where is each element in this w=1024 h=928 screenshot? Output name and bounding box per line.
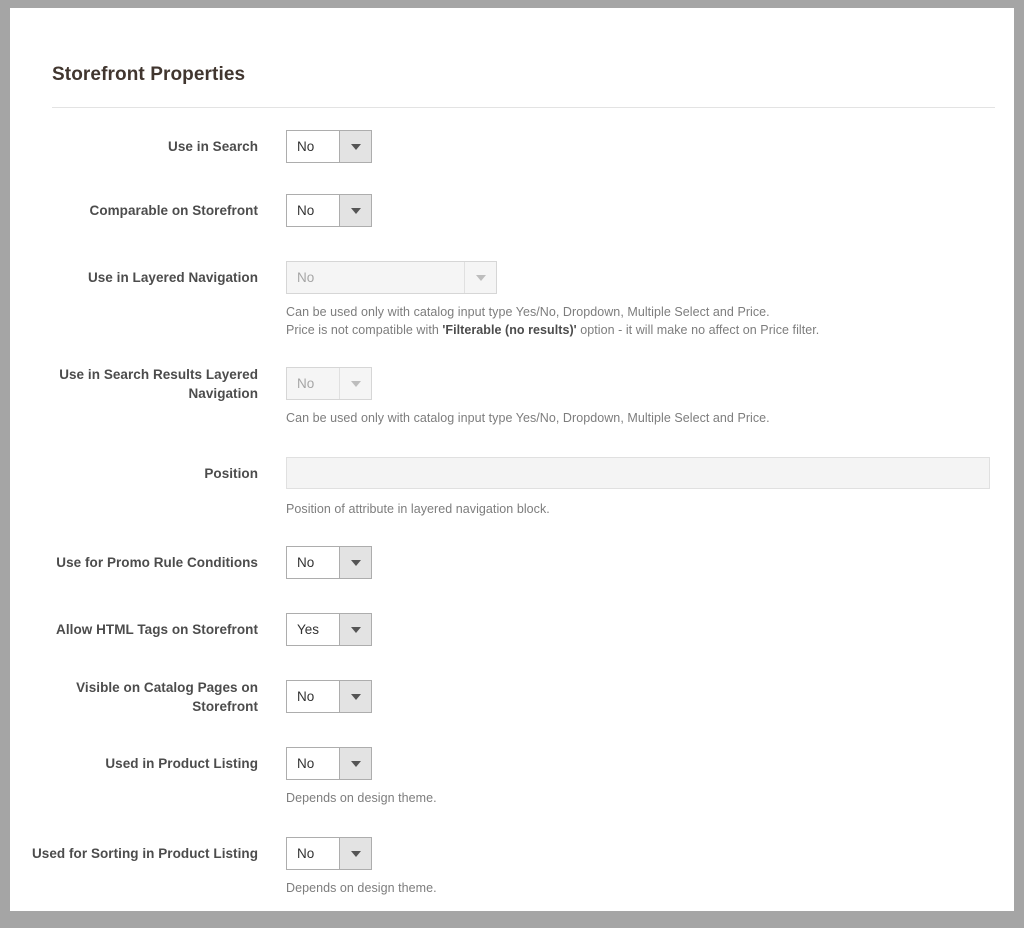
select-use-in-search[interactable]: No [286,130,372,163]
field-label-allow-html-tags-on-storefront: Allow HTML Tags on Storefront [10,620,258,639]
field-notes-position: Position of attribute in layered navigat… [286,500,990,518]
field-control-position: Position of attribute in layered navigat… [286,457,990,518]
select-allow-html-tags-on-storefront[interactable]: Yes [286,613,372,646]
select-value-use-in-search-results-layered-navigation: No [287,368,339,399]
field-note: Depends on design theme. [286,879,437,897]
select-value-used-in-product-listing: No [287,748,339,779]
select-value-use-in-search: No [287,131,339,162]
section-divider [52,107,995,108]
note-text: Depends on design theme. [286,881,437,895]
chevron-down-icon[interactable] [339,614,371,645]
select-used-for-sorting-in-product-listing[interactable]: No [286,837,372,870]
field-note: Position of attribute in layered navigat… [286,500,990,518]
field-control-use-in-search-results-layered-navigation: No Can be used only with catalog input ty… [286,367,770,427]
note-emphasis: 'Filterable (no results)' [442,323,576,337]
field-row-comparable-on-storefront: Comparable on StorefrontNo [10,194,1014,195]
field-control-comparable-on-storefront: No [286,194,372,227]
field-label-visible-on-catalog-pages-on-storefront: Visible on Catalog Pages on Storefront [10,678,258,716]
field-label-used-in-product-listing: Used in Product Listing [10,754,258,773]
select-used-in-product-listing[interactable]: No [286,747,372,780]
field-row-use-in-search: Use in SearchNo [10,130,1014,131]
select-use-for-promo-rule-conditions[interactable]: No [286,546,372,579]
select-value-comparable-on-storefront: No [287,195,339,226]
chevron-down-icon[interactable] [339,195,371,226]
field-row-use-for-promo-rule-conditions: Use for Promo Rule ConditionsNo [10,546,1014,547]
field-note: Price is not compatible with 'Filterable… [286,321,819,339]
field-notes-use-in-layered-navigation: Can be used only with catalog input type… [286,303,819,339]
select-visible-on-catalog-pages-on-storefront[interactable]: No [286,680,372,713]
field-label-comparable-on-storefront: Comparable on Storefront [10,201,258,220]
field-row-used-in-product-listing: Used in Product ListingNoDepends on desi… [10,747,1014,748]
input-position [286,457,990,489]
chevron-down-icon[interactable] [339,838,371,869]
note-text: Price is not compatible with [286,323,442,337]
chevron-down-icon [464,262,496,293]
select-value-use-in-layered-navigation: No [287,262,464,293]
select-use-in-search-results-layered-navigation: No [286,367,372,400]
select-use-in-layered-navigation: No [286,261,497,294]
select-value-visible-on-catalog-pages-on-storefront: No [287,681,339,712]
field-control-visible-on-catalog-pages-on-storefront: No [286,680,372,713]
field-label-use-for-promo-rule-conditions: Use for Promo Rule Conditions [10,553,258,572]
select-value-allow-html-tags-on-storefront: Yes [287,614,339,645]
chevron-down-icon [339,368,371,399]
chevron-down-icon[interactable] [339,131,371,162]
note-text: option - it will make no affect on Price… [577,323,820,337]
page-title: Storefront Properties [52,64,245,86]
field-label-use-in-search-results-layered-navigation: Use in Search Results Layered Navigation [10,365,258,403]
field-row-position: PositionPosition of attribute in layered… [10,457,1014,458]
note-text: Position of attribute in layered navigat… [286,502,550,516]
field-notes-use-in-search-results-layered-navigation: Can be used only with catalog input type… [286,409,770,427]
field-label-use-in-search: Use in Search [10,137,258,156]
chevron-down-icon[interactable] [339,681,371,712]
field-label-position: Position [10,464,258,483]
field-control-used-for-sorting-in-product-listing: No Depends on design theme. [286,837,437,897]
field-notes-used-in-product-listing: Depends on design theme. [286,789,437,807]
field-notes-used-for-sorting-in-product-listing: Depends on design theme. [286,879,437,897]
field-label-use-in-layered-navigation: Use in Layered Navigation [10,268,258,287]
select-value-use-for-promo-rule-conditions: No [287,547,339,578]
note-text: Can be used only with catalog input type… [286,411,770,425]
select-value-used-for-sorting-in-product-listing: No [287,838,339,869]
field-note: Depends on design theme. [286,789,437,807]
note-text: Can be used only with catalog input type… [286,305,770,319]
note-text: Depends on design theme. [286,791,437,805]
field-row-use-in-search-results-layered-navigation: Use in Search Results Layered Navigation… [10,367,1014,368]
field-note: Can be used only with catalog input type… [286,409,770,427]
field-control-use-in-search: No [286,130,372,163]
chevron-down-icon[interactable] [339,547,371,578]
field-control-use-for-promo-rule-conditions: No [286,546,372,579]
browser-viewport: Storefront Properties Use in SearchNoCom… [0,0,1024,928]
field-label-used-for-sorting-in-product-listing: Used for Sorting in Product Listing [10,844,258,863]
field-row-used-for-sorting-in-product-listing: Used for Sorting in Product ListingNoDep… [10,837,1014,838]
field-note: Can be used only with catalog input type… [286,303,819,321]
field-control-used-in-product-listing: No Depends on design theme. [286,747,437,807]
chevron-down-icon[interactable] [339,748,371,779]
select-comparable-on-storefront[interactable]: No [286,194,372,227]
admin-page-sheet: Storefront Properties Use in SearchNoCom… [10,8,1014,911]
field-control-allow-html-tags-on-storefront: Yes [286,613,372,646]
field-row-allow-html-tags-on-storefront: Allow HTML Tags on StorefrontYes [10,613,1014,614]
field-control-use-in-layered-navigation: No Can be used only with catalog input ty… [286,261,819,339]
field-row-visible-on-catalog-pages-on-storefront: Visible on Catalog Pages on StorefrontNo [10,680,1014,681]
field-row-use-in-layered-navigation: Use in Layered NavigationNoCan be used o… [10,261,1014,262]
